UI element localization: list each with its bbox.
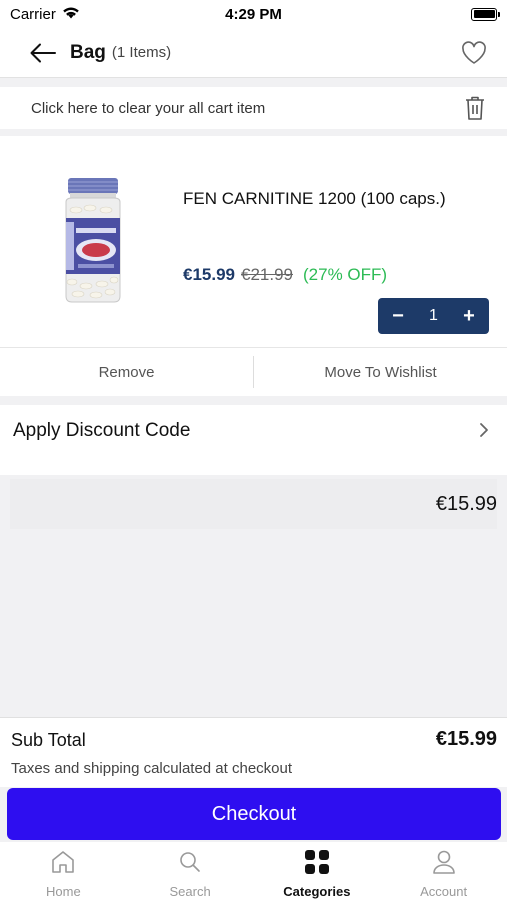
subtotal-label: Sub Total: [11, 730, 86, 750]
item-count: (1 Items): [111, 44, 172, 61]
tab-search[interactable]: Search: [127, 848, 254, 899]
original-price: €21.99: [241, 265, 293, 284]
items-total-band: €15.99: [10, 479, 497, 529]
battery-icon: [471, 7, 500, 21]
checkout-button[interactable]: Checkout: [7, 788, 501, 840]
item-actions: Remove Move To Wishlist: [0, 347, 507, 396]
decrease-quantity-button[interactable]: −: [390, 305, 406, 328]
cart-item: FEN CARNITINE 1200 (100 caps.) €15.99 €2…: [0, 136, 507, 396]
items-total-value: €15.99: [435, 492, 497, 515]
chevron-right-icon: [480, 423, 488, 437]
bottom-tab-bar: Home Search Categories Account: [0, 842, 507, 900]
move-to-wishlist-button[interactable]: Move To Wishlist: [254, 364, 507, 381]
remove-button[interactable]: Remove: [0, 364, 253, 381]
user-icon: [430, 848, 458, 876]
tab-categories-label: Categories: [283, 884, 351, 899]
apply-discount-row[interactable]: Apply Discount Code: [0, 405, 507, 475]
status-left: Carrier: [10, 6, 80, 23]
tab-categories[interactable]: Categories: [254, 848, 381, 899]
heart-icon: [462, 40, 486, 64]
back-button[interactable]: [28, 38, 58, 68]
clear-cart-bar[interactable]: Click here to clear your all cart item: [0, 87, 507, 129]
tab-account[interactable]: Account: [380, 848, 507, 899]
arrow-left-icon: [30, 43, 56, 62]
trash-icon: [466, 96, 484, 120]
price-row: €15.99 €21.99 (27% OFF): [183, 265, 387, 285]
tab-home[interactable]: Home: [0, 848, 127, 899]
header: Bag (1 Items): [0, 28, 507, 78]
clear-cart-text[interactable]: Click here to clear your all cart item: [31, 100, 265, 117]
wishlist-button[interactable]: [459, 38, 489, 68]
current-price: €15.99: [183, 265, 235, 284]
status-bar: Carrier 4:29 PM: [0, 0, 507, 28]
product-image[interactable]: [58, 178, 128, 308]
discount-badge: (27% OFF): [303, 265, 388, 284]
quantity-stepper: − 1 +: [378, 298, 489, 334]
clear-cart-button[interactable]: [461, 94, 489, 122]
grid-icon: [303, 848, 331, 876]
product-name[interactable]: FEN CARNITINE 1200 (100 caps.): [183, 189, 446, 209]
tab-search-label: Search: [169, 884, 211, 899]
apply-discount-label[interactable]: Apply Discount Code: [13, 420, 190, 442]
tab-account-label: Account: [420, 884, 468, 899]
home-icon: [49, 848, 77, 876]
wifi-icon: [62, 6, 80, 23]
search-icon: [176, 848, 204, 876]
tab-home-label: Home: [46, 884, 81, 899]
increase-quantity-button[interactable]: +: [461, 305, 477, 328]
taxes-note: Taxes and shipping calculated at checkou…: [11, 760, 293, 777]
order-summary: Sub Total €15.99 Taxes and shipping calc…: [0, 717, 507, 787]
quantity-value: 1: [429, 307, 438, 324]
subtotal-value: €15.99: [435, 728, 497, 750]
page-title: Bag: [70, 41, 106, 63]
carrier-label: Carrier: [10, 5, 56, 23]
